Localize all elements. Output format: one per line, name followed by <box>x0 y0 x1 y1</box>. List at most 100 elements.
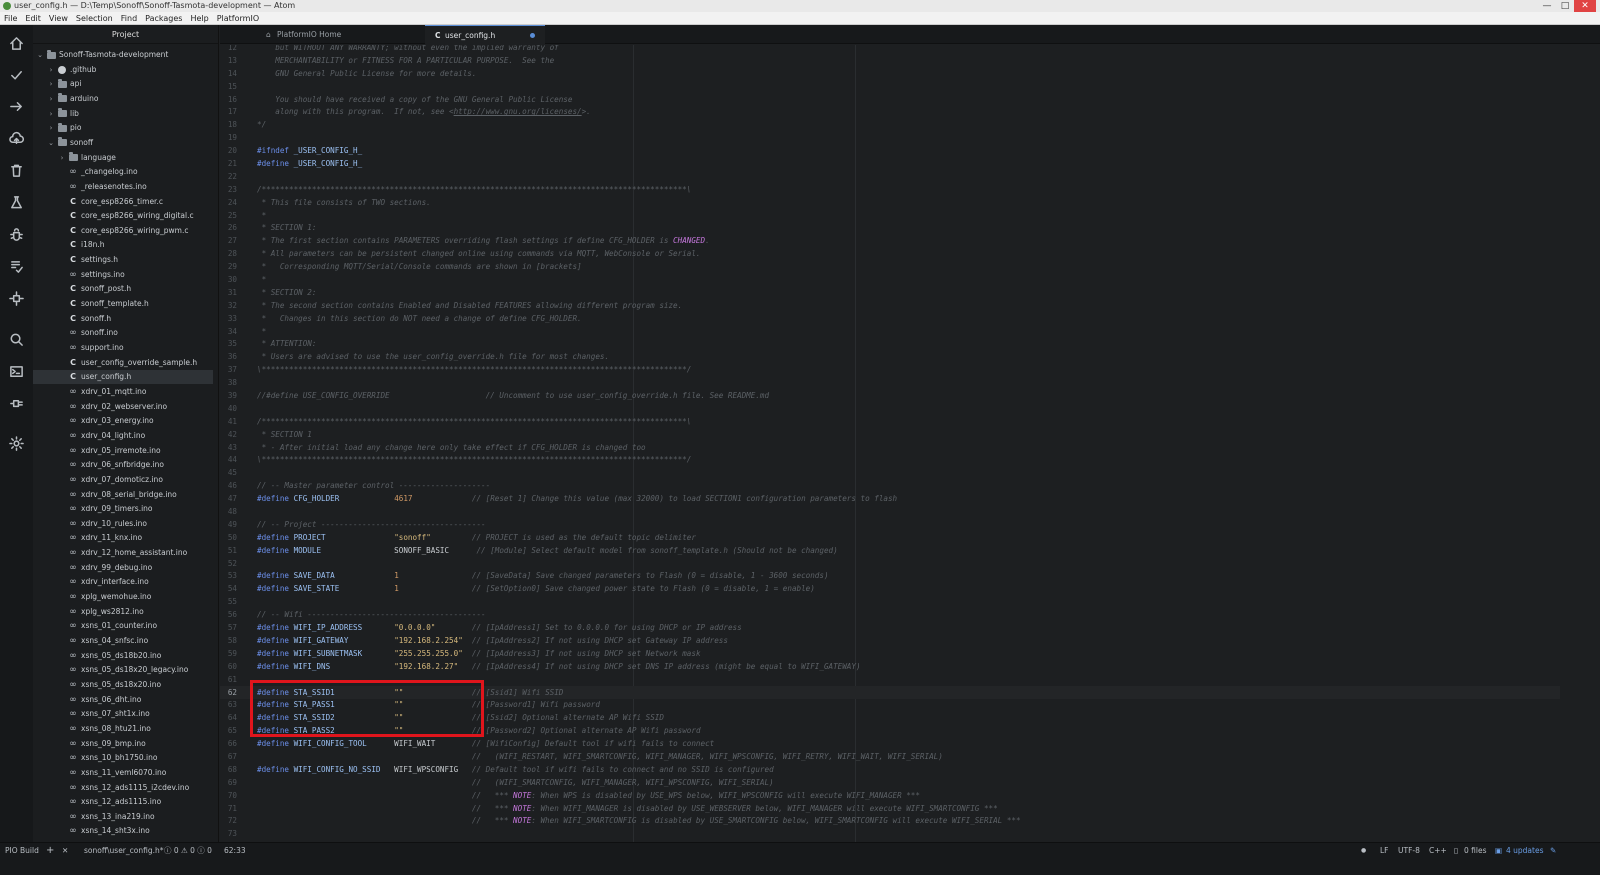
tree-file[interactable]: ∞ xdrv_07_domoticz.ino <box>33 473 213 487</box>
flask-icon[interactable] <box>8 194 24 210</box>
code-line[interactable]: 73 <box>220 827 1560 840</box>
bug-icon[interactable] <box>8 226 24 242</box>
terminal-icon[interactable] <box>8 363 24 379</box>
menu-view[interactable]: View <box>49 14 68 23</box>
code-line[interactable]: 42 * SECTION 1 <box>220 428 1560 441</box>
code-line[interactable]: 23 /*************************************… <box>220 183 1560 196</box>
menu-find[interactable]: Find <box>121 14 137 23</box>
menu-edit[interactable]: Edit <box>25 14 41 23</box>
code-line[interactable]: 50 #define PROJECT "sonoff" // PROJECT is… <box>220 531 1560 544</box>
tree-file[interactable]: ∞ xdrv_03_energy.ino <box>33 414 213 428</box>
code-editor[interactable]: 12 but WITHOUT ANY WARRANTY; without eve… <box>220 45 1600 863</box>
tree-file[interactable]: ∞ xdrv_09_timers.ino <box>33 502 213 516</box>
tree-file[interactable]: ∞ xsns_05_ds18x20_legacy.ino <box>33 663 213 677</box>
code-line[interactable]: 58 #define WIFI_GATEWAY "192.168.2.254" /… <box>220 634 1560 647</box>
code-line[interactable]: 30 * <box>220 273 1560 286</box>
file-encoding[interactable]: UTF-8 <box>1398 843 1420 858</box>
tree-file[interactable]: ∞ xsns_09_bmp.ino <box>33 737 213 751</box>
chevron-right-icon[interactable]: › <box>47 63 55 77</box>
diagnostics-counter[interactable]: ⓘ 0 ⚠ 0 ⓘ 0 <box>164 843 212 858</box>
tree-file[interactable]: ∞ xsns_07_sht1x.ino <box>33 707 213 721</box>
code-line[interactable]: 45 <box>220 466 1560 479</box>
tree-file[interactable]: ∞ xsns_06_dht.ino <box>33 693 213 707</box>
code-line[interactable]: 41 /*************************************… <box>220 415 1560 428</box>
checklist-icon[interactable] <box>8 258 24 274</box>
tree-file[interactable]: ∞ sonoff.ino <box>33 326 213 340</box>
code-line[interactable]: 32 * The second section contains Enabled… <box>220 299 1560 312</box>
maximize-button[interactable]: □ <box>1556 0 1574 12</box>
code-line[interactable]: 24 * This file consists of TWO sections. <box>220 196 1560 209</box>
code-line[interactable]: 47 #define CFG_HOLDER 4617 // [Reset 1] C… <box>220 492 1560 505</box>
code-line[interactable]: 13 MERCHANTABILITY or FITNESS FOR A PART… <box>220 54 1560 67</box>
code-line[interactable]: 34 * <box>220 325 1560 338</box>
code-line[interactable]: 60 #define WIFI_DNS "192.168.2.27" // [Ip… <box>220 660 1560 673</box>
chevron-right-icon[interactable]: › <box>58 151 66 165</box>
tree-file[interactable]: ∞ xsns_08_htu21.ino <box>33 722 213 736</box>
tree-file[interactable]: ∞ xplg_wemohue.ino <box>33 590 213 604</box>
status-file-path[interactable]: sonoff\user_config.h* <box>84 843 163 858</box>
add-terminal-button[interactable]: + <box>46 843 54 858</box>
code-line[interactable]: 55 <box>220 595 1560 608</box>
code-line[interactable]: 35 * ATTENTION: <box>220 337 1560 350</box>
code-line[interactable]: 40 <box>220 402 1560 415</box>
code-line[interactable]: 72 // *** NOTE: When WIFI_SMARTCONFIG is… <box>220 814 1560 827</box>
tree-folder[interactable]: › arduino <box>33 92 213 106</box>
tree-folder[interactable]: ⌄ sonoff <box>33 136 213 150</box>
menu-selection[interactable]: Selection <box>76 14 113 23</box>
code-line[interactable]: 22 <box>220 170 1560 183</box>
tree-file[interactable]: ∞ xsns_11_veml6070.ino <box>33 766 213 780</box>
tree-file[interactable]: ∞ xsns_12_ads1115_i2cdev.ino <box>33 781 213 795</box>
close-window-button[interactable]: ✕ <box>1574 0 1596 12</box>
tree-file[interactable]: Csonoff_template.h <box>33 297 213 311</box>
tree-file[interactable]: ∞ settings.ino <box>33 268 213 282</box>
code-line[interactable]: 48 <box>220 505 1560 518</box>
plug-icon[interactable] <box>8 395 24 411</box>
trash-icon[interactable] <box>8 162 24 178</box>
tab-platformio-home[interactable]: ⌂ PlatformIO Home <box>260 25 425 44</box>
tree-file[interactable]: ∞ xdrv_10_rules.ino <box>33 517 213 531</box>
tree-file[interactable]: ∞ xdrv_02_webserver.ino <box>33 400 213 414</box>
tree-file[interactable]: ∞ xdrv_01_mqtt.ino <box>33 385 213 399</box>
code-line[interactable]: 53 #define SAVE_DATA 1 // [SaveData] Save… <box>220 569 1560 582</box>
code-line[interactable]: 29 * Corresponding MQTT/Serial/Console c… <box>220 260 1560 273</box>
code-line[interactable]: 17 along with this program. If not, see … <box>220 105 1560 118</box>
tree-file[interactable]: ∞ xdrv_05_irremote.ino <box>33 444 213 458</box>
code-line[interactable]: 19 <box>220 131 1560 144</box>
tree-folder[interactable]: › pio <box>33 121 213 135</box>
menu-file[interactable]: File <box>4 14 17 23</box>
cursor-position[interactable]: 62:33 <box>224 843 246 858</box>
menu-platformio[interactable]: PlatformIO <box>217 14 259 23</box>
package-updates[interactable]: 4 updates <box>1506 843 1544 858</box>
tree-file[interactable]: ∞ xsns_05_ds18x20.ino <box>33 678 213 692</box>
pio-build-button[interactable]: PIO Build <box>5 843 39 858</box>
feather-icon[interactable]: ✎ <box>1550 843 1556 858</box>
code-line[interactable]: 37 \*************************************… <box>220 363 1560 376</box>
line-ending[interactable]: LF <box>1380 843 1389 858</box>
search-icon[interactable] <box>8 331 24 347</box>
close-terminal-button[interactable]: ✕ <box>62 843 68 858</box>
tree-file[interactable]: Ci18n.h <box>33 238 213 252</box>
code-line[interactable]: 57 #define WIFI_IP_ADDRESS "0.0.0.0" // [… <box>220 621 1560 634</box>
tree-folder[interactable]: ⌄ Sonoff-Tasmota-development <box>33 48 213 62</box>
tree-file[interactable]: ∞ xsns_04_snfsc.ino <box>33 634 213 648</box>
tree-file[interactable]: ∞ xsns_10_bh1750.ino <box>33 751 213 765</box>
tree-file[interactable]: ∞ xdrv_12_home_assistant.ino <box>33 546 213 560</box>
tree-file[interactable]: Csonoff.h <box>33 312 213 326</box>
code-line[interactable]: 68 #define WIFI_CONFIG_NO_SSID WIFI_WPSCO… <box>220 763 1560 776</box>
check-icon[interactable] <box>8 67 24 83</box>
tree-file[interactable]: ∞ xsns_01_counter.ino <box>33 619 213 633</box>
grammar-selector[interactable]: C++ <box>1429 843 1447 858</box>
tree-folder[interactable]: › .github <box>33 63 213 77</box>
chevron-right-icon[interactable]: › <box>47 121 55 135</box>
tree-file[interactable]: Csettings.h <box>33 253 213 267</box>
code-line[interactable]: 31 * SECTION 2: <box>220 286 1560 299</box>
code-line[interactable]: 70 // *** NOTE: When WPS is disabled by … <box>220 789 1560 802</box>
tree-file[interactable]: ∞ xsns_14_sht3x.ino <box>33 824 213 838</box>
code-line[interactable]: 33 * Changes in this section do NOT need… <box>220 312 1560 325</box>
code-line[interactable]: 67 // (WIFI_RESTART, WIFI_SMARTCONFIG, W… <box>220 750 1560 763</box>
menu-packages[interactable]: Packages <box>145 14 182 23</box>
code-line[interactable]: 71 // *** NOTE: When WIFI_MANAGER is dis… <box>220 802 1560 815</box>
tab-user-config-h[interactable]: C user_config.h <box>425 25 545 44</box>
tree-file[interactable]: ∞ xdrv_11_knx.ino <box>33 531 213 545</box>
tree-file[interactable]: Ccore_esp8266_wiring_digital.c <box>33 209 213 223</box>
